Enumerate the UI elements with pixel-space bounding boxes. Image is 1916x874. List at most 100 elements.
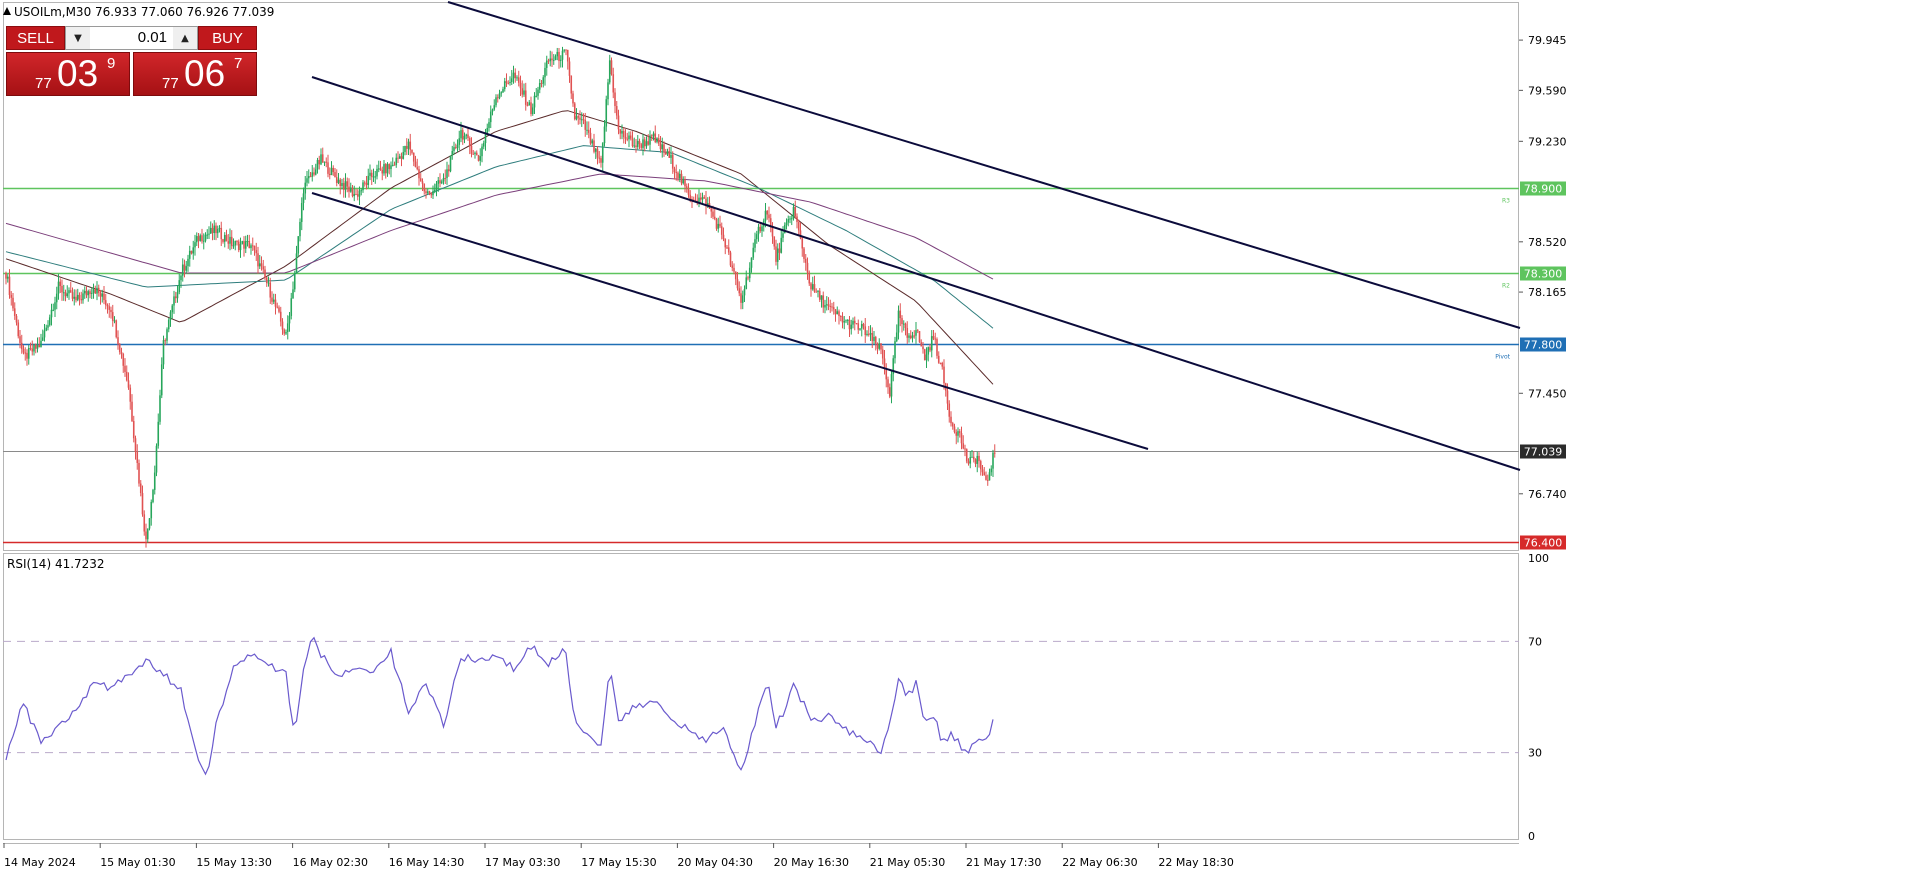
candle-body [26, 352, 28, 359]
candle-body [862, 324, 865, 327]
candle-body [734, 271, 737, 280]
candle-body [377, 168, 380, 170]
price-tick-label: 76.740 [1528, 488, 1567, 501]
candle-body [927, 347, 930, 355]
candle-body [85, 290, 88, 296]
candle-body [628, 135, 630, 140]
candle-body [195, 236, 198, 243]
sell-price-display[interactable]: 77 03 9 [6, 52, 130, 96]
channel-line-0[interactable] [447, 1, 1521, 329]
candle-body [916, 330, 919, 332]
candle-body [447, 169, 450, 172]
price-chart[interactable]: R3 R2 Pivot 78.900 78.300 77.800 76.400 77.039… [0, 0, 1916, 874]
candle-body [685, 186, 688, 188]
candle-body [138, 462, 140, 484]
candle-body [290, 298, 293, 316]
candle-body [442, 177, 445, 182]
candle-body [8, 276, 11, 295]
level-label-2: Pivot [1495, 354, 1510, 361]
candle-body [549, 58, 552, 62]
lot-size-input[interactable]: 0.01 [90, 27, 173, 49]
candle-body [820, 295, 823, 300]
candle-body [412, 152, 415, 162]
candle-body [250, 245, 252, 249]
candle-body [764, 210, 767, 221]
time-tick-label: 22 May 06:30 [1062, 856, 1137, 869]
lot-increase-icon[interactable]: ▲ [173, 27, 197, 49]
candle-body [134, 438, 137, 453]
candle-body [449, 155, 452, 172]
candle-body [363, 182, 366, 184]
candle-body [285, 332, 287, 334]
candle-body [873, 336, 875, 341]
candle-body [64, 292, 67, 297]
level-tag-3: 76.400 [1524, 537, 1563, 550]
candle-body [248, 240, 251, 249]
candle-body [895, 332, 898, 342]
lot-size-stepper[interactable]: ▼ 0.01 ▲ [65, 26, 198, 50]
candle-body [15, 315, 18, 323]
candle-body [610, 60, 613, 75]
candle-body [117, 337, 119, 345]
candle-body [741, 295, 744, 303]
candle-body [958, 431, 961, 434]
candle-body [463, 135, 466, 140]
candle-body [101, 293, 104, 297]
candle-body [902, 323, 905, 325]
candle-body [57, 281, 60, 294]
candle-body [766, 210, 769, 215]
candle-body [325, 161, 328, 163]
candle-body [703, 197, 706, 199]
candle-body [87, 291, 90, 296]
candle-body [825, 304, 828, 306]
candle-body [635, 145, 637, 147]
candle-body [622, 131, 625, 138]
candle-body [453, 147, 455, 151]
candle-body [869, 333, 872, 335]
price-tick-label: 78.520 [1528, 236, 1567, 249]
candle-body [201, 235, 203, 242]
candle-body [964, 448, 966, 450]
candle-body [283, 329, 286, 334]
candle-body [281, 321, 284, 330]
candle-body [785, 222, 788, 225]
candle-body [953, 426, 956, 433]
candle-body [533, 95, 536, 108]
sell-button[interactable]: SELL [6, 26, 65, 50]
channel-line-2[interactable] [311, 192, 1149, 450]
lot-decrease-icon[interactable]: ▼ [66, 27, 90, 49]
candle-body [568, 61, 571, 76]
candle-body [836, 311, 839, 315]
candle-body [99, 292, 102, 297]
collapse-triangle-icon[interactable] [3, 7, 11, 15]
candle-body [211, 227, 214, 234]
candle-body [684, 179, 686, 187]
candle-body [162, 340, 165, 365]
candle-body [668, 151, 671, 158]
candle-body [82, 293, 84, 301]
candle-body [439, 180, 441, 184]
candle-body [474, 152, 476, 155]
candle-body [437, 180, 440, 184]
candle-body [761, 226, 763, 232]
level-tag-1: 78.300 [1524, 268, 1563, 281]
candle-body [164, 340, 167, 342]
candle-body [754, 239, 756, 248]
candle-body [813, 284, 816, 292]
candle-body [556, 51, 559, 57]
candle-body [204, 234, 207, 241]
candle-body [48, 317, 51, 326]
buy-price-display[interactable]: 77 06 7 [133, 52, 257, 96]
candle-body [512, 72, 515, 79]
candle-body [360, 190, 363, 192]
candle-body [526, 104, 529, 106]
candle-body [960, 433, 963, 444]
candle-body [755, 234, 758, 240]
candle-body [787, 219, 790, 223]
candle-body [393, 164, 396, 166]
candle-body [278, 307, 280, 312]
buy-button[interactable]: BUY [198, 26, 257, 50]
candle-body [626, 138, 629, 140]
candle-body [379, 168, 382, 171]
candle-body [843, 321, 846, 323]
